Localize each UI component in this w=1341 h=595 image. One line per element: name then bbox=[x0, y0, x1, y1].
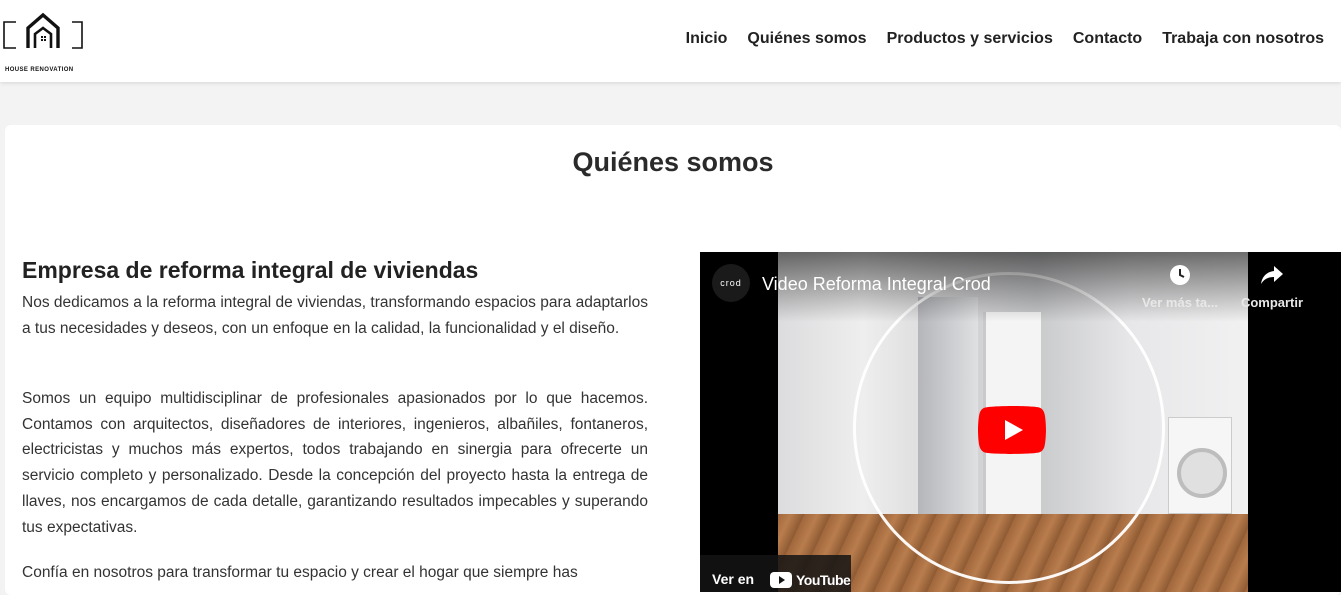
channel-avatar[interactable]: crod bbox=[712, 264, 750, 302]
nav-item-productos-servicios[interactable]: Productos y servicios bbox=[887, 30, 1053, 48]
watch-later-button[interactable]: Ver más ta... bbox=[1135, 264, 1225, 310]
section-heading: Empresa de reforma integral de viviendas bbox=[22, 257, 479, 283]
share-arrow-icon bbox=[1261, 266, 1283, 284]
video-title[interactable]: Video Reforma Integral Crod bbox=[762, 274, 991, 295]
watch-on-youtube-button[interactable]: Ver en YouTube bbox=[700, 555, 851, 592]
nav-item-contacto[interactable]: Contacto bbox=[1073, 30, 1142, 48]
youtube-logo-icon bbox=[770, 572, 792, 588]
nav-item-trabaja-con-nosotros[interactable]: Trabaja con nosotros bbox=[1162, 30, 1324, 48]
trust-paragraph: Confía en nosotros para transformar tu e… bbox=[22, 564, 578, 581]
thumbnail-washing-machine bbox=[1168, 417, 1232, 514]
logo-text: HOUSE RENOVATION bbox=[5, 67, 74, 73]
clock-icon bbox=[1170, 265, 1190, 285]
site-header: HOUSE RENOVATION Inicio Quiénes somos Pr… bbox=[0, 0, 1341, 82]
nav-item-quienes-somos[interactable]: Quiénes somos bbox=[747, 30, 866, 48]
share-label: Compartir bbox=[1240, 295, 1304, 310]
team-paragraph: Somos un equipo multidisciplinar de prof… bbox=[22, 390, 648, 536]
house-logo-icon bbox=[3, 12, 83, 49]
watch-on-label: Ver en bbox=[712, 571, 755, 587]
intro-paragraph: Nos dedicamos a la reforma integral de v… bbox=[22, 294, 648, 337]
youtube-wordmark: YouTube bbox=[796, 572, 851, 588]
washer-door bbox=[1177, 448, 1227, 498]
main-nav: Inicio Quiénes somos Productos y servici… bbox=[666, 30, 1324, 48]
youtube-video-embed[interactable]: crod Video Reforma Integral Crod Ver más… bbox=[700, 252, 1341, 592]
page-title: Quiénes somos bbox=[572, 147, 774, 177]
nav-item-inicio[interactable]: Inicio bbox=[686, 30, 728, 48]
watch-later-label: Ver más ta... bbox=[1142, 295, 1218, 310]
share-button[interactable]: Compartir bbox=[1227, 264, 1317, 310]
play-icon[interactable] bbox=[978, 406, 1046, 454]
house-renovation-logo[interactable]: HOUSE RENOVATION bbox=[2, 12, 86, 73]
